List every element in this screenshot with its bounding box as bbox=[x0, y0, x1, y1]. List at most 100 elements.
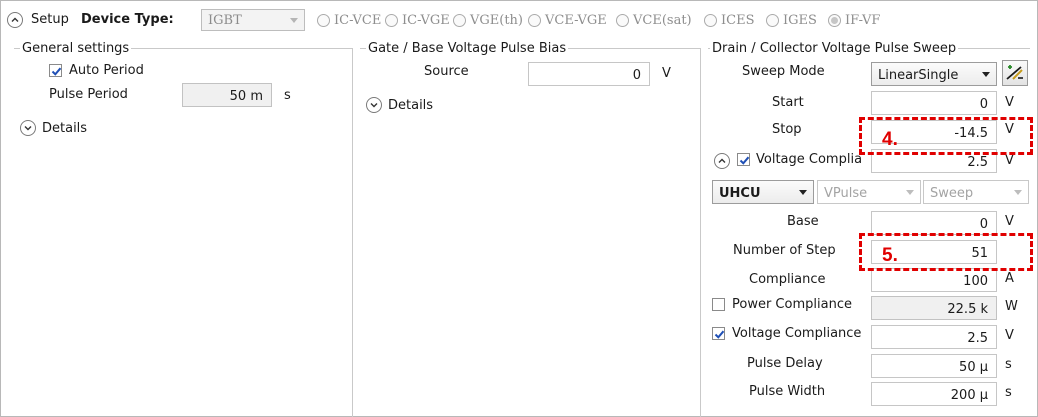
checkmark-icon bbox=[739, 156, 750, 165]
voltage-compliance-checkbox[interactable] bbox=[712, 327, 725, 340]
base-unit: V bbox=[1005, 214, 1014, 229]
unit-select-value: UHCU bbox=[719, 186, 761, 201]
radio-label: IF-VF bbox=[845, 12, 881, 28]
device-type-select[interactable]: IGBT bbox=[201, 9, 305, 31]
radio-dot-selected bbox=[828, 13, 841, 27]
setup-label: Setup bbox=[31, 12, 69, 27]
pulse-delay-unit: s bbox=[1005, 357, 1012, 372]
radio-label: VCE-VGE bbox=[545, 12, 607, 28]
collapse-compliance-button[interactable] bbox=[714, 153, 730, 169]
start-field[interactable]: 0 bbox=[871, 91, 997, 115]
compliance-field[interactable]: 100 bbox=[871, 268, 997, 292]
chevron-down-icon bbox=[370, 103, 378, 108]
compliance-label: Compliance bbox=[749, 272, 826, 287]
pulse-select-value: VPulse bbox=[824, 186, 868, 201]
top-bar: Setup Device Type: IGBT IC-VCE IC-VGE VG… bbox=[1, 1, 1037, 38]
radio-dot bbox=[317, 13, 330, 27]
device-type-label: Device Type: bbox=[81, 12, 174, 27]
pulse-period-unit: s bbox=[284, 88, 291, 103]
start-label: Start bbox=[772, 95, 804, 110]
chevron-up-icon bbox=[11, 17, 19, 22]
sweep-mode-value: LinearSingle bbox=[878, 68, 959, 83]
radio-ices[interactable]: ICES bbox=[704, 12, 754, 28]
voltage-compliance-unit: V bbox=[1005, 328, 1014, 343]
callout-label-5: 5. bbox=[882, 245, 898, 266]
auto-period-label: Auto Period bbox=[69, 63, 144, 78]
pulse-width-label: Pulse Width bbox=[749, 384, 826, 399]
number-of-step-label: Number of Step bbox=[733, 243, 836, 258]
drain-collector-title: Drain / Collector Voltage Pulse Sweep bbox=[710, 41, 959, 56]
pulse-select[interactable]: VPulse bbox=[817, 180, 921, 204]
sweep-wizard-icon bbox=[1006, 65, 1023, 80]
power-compliance-field[interactable]: 22.5 k bbox=[871, 296, 997, 320]
gate-details-button[interactable] bbox=[366, 97, 382, 113]
radio-vce-vge[interactable]: VCE-VGE bbox=[528, 12, 607, 28]
chevron-down-icon bbox=[1014, 190, 1022, 195]
general-details-button[interactable] bbox=[20, 120, 36, 136]
radio-vce-sat[interactable]: VCE(sat) bbox=[616, 12, 692, 28]
radio-label: VCE(sat) bbox=[633, 12, 692, 28]
radio-dot bbox=[528, 13, 541, 27]
compliance-unit: A bbox=[1005, 271, 1014, 286]
radio-dot bbox=[704, 13, 717, 27]
radio-label: IC-VGE bbox=[402, 12, 450, 28]
sweep-mode-select[interactable]: LinearSingle bbox=[871, 62, 997, 86]
sweep-config-button[interactable] bbox=[1002, 60, 1028, 86]
auto-period-checkbox[interactable] bbox=[49, 64, 62, 77]
voltage-compliance-label: Voltage Compliance bbox=[732, 326, 862, 341]
voltage-compliance-field[interactable]: 2.5 bbox=[871, 325, 997, 349]
checkmark-icon bbox=[714, 330, 725, 339]
chevron-down-icon bbox=[906, 190, 914, 195]
general-details-label: Details bbox=[42, 121, 88, 136]
checkmark-icon bbox=[51, 67, 62, 76]
group-divider bbox=[700, 48, 701, 417]
radio-label: ICES bbox=[721, 12, 755, 28]
start-unit: V bbox=[1005, 95, 1014, 110]
radio-label: IC-VCE bbox=[334, 12, 382, 28]
radio-dot bbox=[616, 13, 629, 27]
voltage-compliance-short-checkbox[interactable] bbox=[737, 153, 750, 166]
base-field[interactable]: 0 bbox=[871, 211, 997, 235]
radio-ic-vge[interactable]: IC-VGE bbox=[385, 12, 450, 28]
mode-select[interactable]: Sweep bbox=[923, 180, 1029, 204]
radio-dot bbox=[766, 13, 779, 27]
chevron-down-icon bbox=[982, 72, 990, 77]
pulse-width-field[interactable]: 200 μ bbox=[871, 382, 997, 406]
source-unit: V bbox=[662, 66, 671, 81]
radio-label: IGES bbox=[783, 12, 817, 28]
radio-iges[interactable]: IGES bbox=[766, 12, 817, 28]
radio-ic-vce[interactable]: IC-VCE bbox=[317, 12, 381, 28]
voltage-compliance-short-unit: V bbox=[1005, 153, 1014, 168]
pulse-period-label: Pulse Period bbox=[49, 87, 128, 102]
power-compliance-label: Power Compliance bbox=[732, 297, 852, 312]
sweep-mode-label: Sweep Mode bbox=[742, 64, 825, 79]
gate-details-label: Details bbox=[388, 98, 434, 113]
unit-select[interactable]: UHCU bbox=[712, 180, 814, 204]
radio-vge-th[interactable]: VGE(th) bbox=[453, 12, 523, 28]
power-compliance-unit: W bbox=[1005, 299, 1018, 314]
chevron-down-icon bbox=[24, 126, 32, 131]
pulse-delay-field[interactable]: 50 μ bbox=[871, 354, 997, 378]
chevron-down-icon bbox=[290, 18, 298, 23]
voltage-compliance-short-label: Voltage Complia bbox=[756, 152, 863, 167]
pulse-width-unit: s bbox=[1005, 385, 1012, 400]
mode-select-value: Sweep bbox=[930, 186, 974, 201]
source-field[interactable]: 0 bbox=[528, 62, 650, 86]
gate-base-title: Gate / Base Voltage Pulse Bias bbox=[366, 41, 569, 56]
stop-label: Stop bbox=[772, 122, 802, 137]
pulse-delay-label: Pulse Delay bbox=[747, 356, 823, 371]
general-settings-title: General settings bbox=[20, 41, 132, 56]
device-type-value: IGBT bbox=[208, 13, 242, 28]
radio-if-vf[interactable]: IF-VF bbox=[828, 12, 880, 28]
source-label: Source bbox=[424, 64, 469, 79]
radio-label: VGE(th) bbox=[470, 12, 524, 28]
power-compliance-checkbox[interactable] bbox=[712, 298, 725, 311]
radio-dot bbox=[453, 13, 466, 27]
chevron-down-icon bbox=[799, 190, 807, 195]
group-divider bbox=[352, 48, 353, 417]
chevron-up-icon bbox=[718, 158, 726, 163]
callout-label-4: 4. bbox=[882, 129, 898, 150]
collapse-setup-button[interactable] bbox=[7, 12, 23, 28]
base-label: Base bbox=[787, 214, 819, 229]
pulse-period-field[interactable]: 50 m bbox=[182, 83, 272, 107]
